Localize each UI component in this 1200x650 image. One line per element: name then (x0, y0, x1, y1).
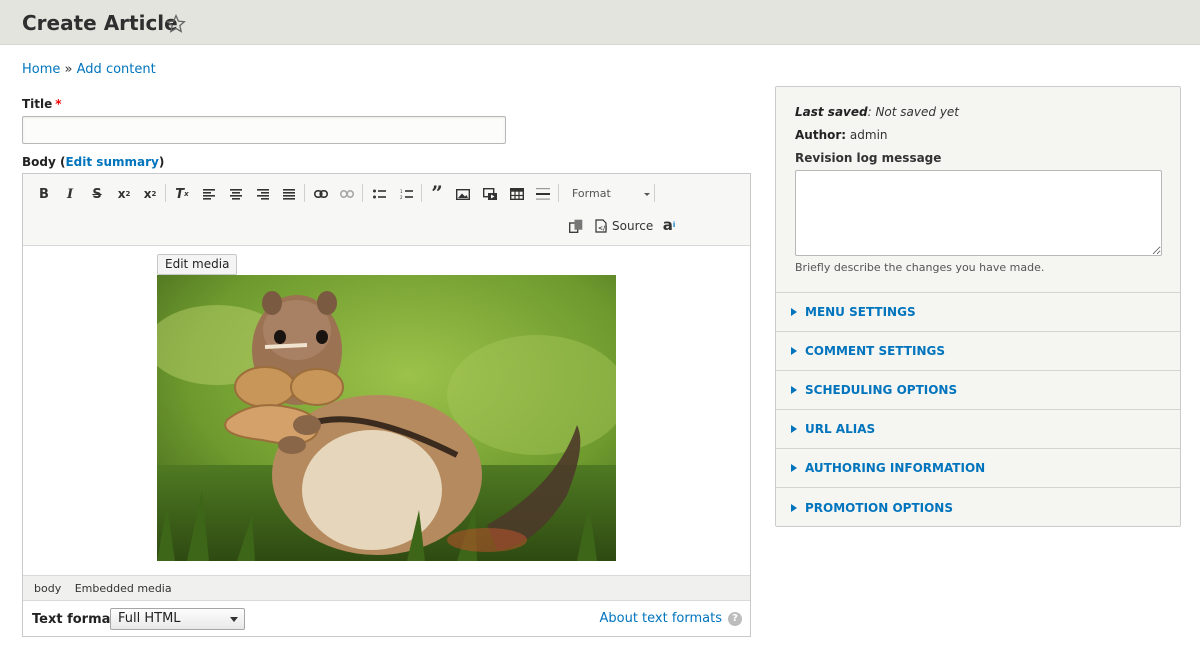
toolbar-separator (558, 184, 559, 202)
last-saved: Last saved: Not saved yet (795, 105, 960, 119)
superscript-button[interactable]: x2 (113, 183, 135, 205)
revision-log-textarea[interactable] (795, 170, 1162, 256)
expand-triangle-icon (791, 385, 797, 394)
comment-settings-label: COMMENT SETTINGS (805, 344, 945, 358)
breadcrumb-home-link[interactable]: Home (22, 62, 60, 77)
justify-icon[interactable] (278, 183, 300, 205)
about-text-formats-link[interactable]: About text formats ? (599, 611, 742, 626)
chevron-down-icon (644, 193, 650, 196)
about-text-formats-label: About text formats (599, 611, 722, 626)
url-alias-section[interactable]: URL ALIAS (776, 410, 1180, 449)
author-value: admin (849, 128, 888, 142)
revision-log-description: Briefly describe the changes you have ma… (795, 261, 1045, 274)
body-label-text: Body (22, 155, 56, 169)
meta-info: Last saved: Not saved yet Author: admin … (776, 87, 1180, 293)
strikethrough-button[interactable]: S (86, 183, 108, 205)
format-dropdown-label: Format (572, 187, 611, 200)
remove-format-icon[interactable]: Tx (171, 183, 193, 205)
numbered-list-icon[interactable]: 12 (395, 183, 417, 205)
promotion-options-label: PROMOTION OPTIONS (805, 501, 953, 515)
unlink-icon[interactable] (336, 183, 358, 205)
svg-text:</>: </> (598, 225, 607, 232)
chipmunk-photo (157, 275, 616, 561)
svg-text:2: 2 (400, 195, 403, 200)
toolbar-separator (165, 184, 166, 202)
comment-settings-section[interactable]: COMMENT SETTINGS (776, 332, 1180, 371)
table-icon[interactable] (506, 183, 528, 205)
toolbar-separator (304, 184, 305, 202)
expand-triangle-icon (791, 307, 797, 316)
italic-button[interactable]: I (59, 183, 81, 205)
elements-path-bar: body Embedded media (23, 575, 750, 601)
subscript-button[interactable]: x2 (139, 183, 161, 205)
bold-button[interactable]: B (33, 183, 55, 205)
source-label: Source (612, 219, 654, 233)
toolbar-separator (362, 184, 363, 202)
breadcrumb-add-content-link[interactable]: Add content (77, 62, 156, 77)
last-saved-label: Last saved (795, 105, 868, 119)
authoring-information-label: AUTHORING INFORMATION (805, 461, 986, 475)
show-blocks-icon[interactable] (565, 215, 587, 237)
media-embed-icon[interactable] (479, 183, 501, 205)
align-right-icon[interactable] (252, 183, 274, 205)
revision-log-label: Revision log message (795, 151, 942, 165)
menu-settings-label: MENU SETTINGS (805, 305, 916, 319)
title-input[interactable] (22, 116, 506, 144)
elements-path-item[interactable]: body (34, 582, 61, 595)
text-format-row: Text format Full HTML About text formats… (23, 601, 750, 636)
format-dropdown[interactable]: Format (564, 183, 650, 205)
expand-triangle-icon (791, 346, 797, 355)
chevron-down-icon (230, 617, 238, 622)
embedded-media-image[interactable] (157, 275, 616, 561)
bulleted-list-icon[interactable] (368, 183, 390, 205)
source-button[interactable]: </> Source (595, 215, 653, 237)
align-center-icon[interactable] (225, 183, 247, 205)
expand-triangle-icon (791, 424, 797, 433)
editor-content-area[interactable]: Edit media (23, 246, 750, 574)
author-label: Author (795, 128, 842, 142)
editor-toolbar: B I S x2 x2 Tx 12 ” Format </ Source a i (23, 174, 750, 246)
body-editor: B I S x2 x2 Tx 12 ” Format </ Source a i… (22, 173, 751, 637)
align-left-icon[interactable] (198, 183, 220, 205)
meta-sidebar: Last saved: Not saved yet Author: admin … (775, 86, 1181, 527)
horizontal-line-icon[interactable] (532, 183, 554, 205)
text-format-value: Full HTML (118, 611, 181, 626)
edit-media-button[interactable]: Edit media (157, 254, 238, 275)
url-alias-label: URL ALIAS (805, 422, 876, 436)
breadcrumb-separator: » (64, 62, 73, 77)
help-icon: ? (728, 611, 742, 626)
text-format-select[interactable]: Full HTML (110, 608, 245, 630)
expand-triangle-icon (791, 503, 797, 512)
promotion-options-section[interactable]: PROMOTION OPTIONS (776, 489, 1180, 528)
star-icon[interactable] (166, 14, 186, 34)
page-title: Create Article (22, 11, 178, 35)
menu-settings-section[interactable]: MENU SETTINGS (776, 293, 1180, 332)
blockquote-icon[interactable]: ” (426, 181, 448, 205)
text-format-label: Text format (32, 612, 117, 627)
required-asterisk: * (55, 97, 62, 111)
body-label: Body (Edit summary) (22, 155, 165, 169)
scheduling-options-label: SCHEDULING OPTIONS (805, 383, 958, 397)
breadcrumb: Home » Add content (22, 62, 156, 77)
page-header: Create Article (0, 0, 1200, 45)
title-label-text: Title (22, 97, 53, 111)
link-icon[interactable] (310, 183, 332, 205)
expand-triangle-icon (791, 463, 797, 472)
scheduling-options-section[interactable]: SCHEDULING OPTIONS (776, 371, 1180, 410)
elements-path-item[interactable]: Embedded media (75, 582, 172, 595)
image-icon[interactable] (452, 183, 474, 205)
authoring-information-section[interactable]: AUTHORING INFORMATION (776, 449, 1180, 488)
svg-text:1: 1 (400, 189, 403, 194)
last-saved-value: Not saved yet (875, 105, 960, 119)
source-icon: </> (595, 219, 607, 233)
toolbar-separator (421, 184, 422, 202)
toolbar-separator (654, 184, 655, 202)
author: Author: admin (795, 128, 888, 142)
edit-summary-link[interactable]: Edit summary (65, 155, 158, 169)
title-label: Title * (22, 97, 62, 111)
language-icon[interactable]: ai (658, 214, 680, 236)
